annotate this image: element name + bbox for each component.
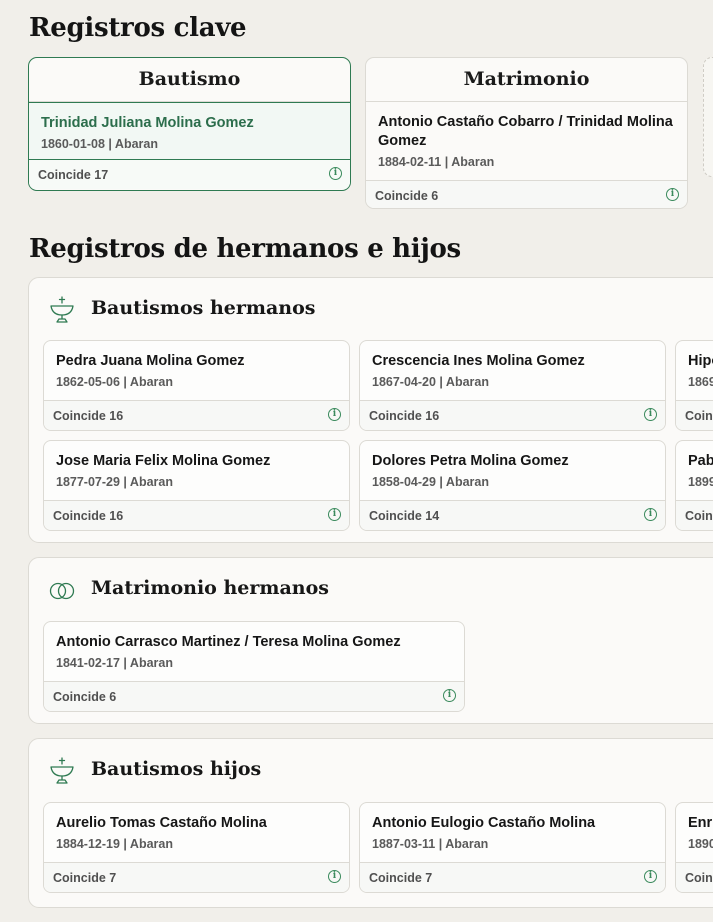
match-count: Coincide 6 xyxy=(53,690,117,704)
record-body[interactable]: Hipo 1869 xyxy=(676,341,713,399)
baptism-font-icon xyxy=(50,296,74,323)
record-footer: Coinc xyxy=(676,862,713,892)
info-icon[interactable]: i xyxy=(329,167,342,180)
record-meta: 1884-02-11 | Abaran xyxy=(378,155,495,169)
group-sibling-baptisms: Bautismos hermanos Pedra Juana Molina Go… xyxy=(28,277,713,543)
record-name: Jose Maria Felix Molina Gomez xyxy=(56,453,271,469)
record-footer: Coincide 7 i xyxy=(44,862,349,892)
record-card[interactable]: Crescencia Ines Molina Gomez 1867-04-20 … xyxy=(359,340,666,431)
info-icon[interactable]: i xyxy=(328,508,341,521)
record-body[interactable]: Antonio Carrasco Martinez / Teresa Molin… xyxy=(44,622,464,680)
info-icon[interactable]: i xyxy=(443,689,456,702)
match-count: Coincide 6 xyxy=(375,189,439,203)
group-children-baptisms: Bautismos hijos Aurelio Tomas Castaño Mo… xyxy=(28,738,713,908)
record-meta: 1858-04-29 | Abaran xyxy=(372,475,489,489)
record-body[interactable]: Antonio Eulogio Castaño Molina 1887-03-1… xyxy=(360,803,665,861)
info-icon[interactable]: i xyxy=(644,508,657,521)
record-footer: Coincide 16 i xyxy=(44,400,349,430)
record-meta: 1841-02-17 | Abaran xyxy=(56,656,173,670)
empty-key-card-placeholder xyxy=(703,57,713,177)
record-body[interactable]: Pab 1899 xyxy=(676,441,713,499)
match-count: Coinc xyxy=(685,409,713,423)
record-body[interactable]: Enri 1890 xyxy=(676,803,713,861)
record-meta: 1867-04-20 | Abaran xyxy=(372,375,489,389)
record-card[interactable]: Dolores Petra Molina Gomez 1858-04-29 | … xyxy=(359,440,666,531)
record-footer: Coincide 6 i xyxy=(44,681,464,711)
record-card[interactable]: Hipo 1869 Coinc xyxy=(675,340,713,431)
match-count: Coincide 16 xyxy=(53,509,124,523)
record-card[interactable]: Jose Maria Felix Molina Gomez 1877-07-29… xyxy=(43,440,350,531)
relatives-records-heading: Registros de hermanos e hijos xyxy=(29,234,461,264)
key-card-title: Matrimonio xyxy=(366,58,687,102)
match-count: Coinc xyxy=(685,871,713,885)
record-footer: Coinc xyxy=(676,500,713,530)
key-records-heading: Registros clave xyxy=(29,13,247,43)
record-footer: Coincide 16 i xyxy=(360,400,665,430)
record-body[interactable]: Antonio Castaño Cobarro / Trinidad Molin… xyxy=(366,102,687,180)
record-name: Antonio Castaño Cobarro / Trinidad Molin… xyxy=(378,114,673,149)
record-meta: 1884-12-19 | Abaran xyxy=(56,837,173,851)
group-title: Bautismos hijos xyxy=(91,758,262,780)
record-name: Aurelio Tomas Castaño Molina xyxy=(56,815,267,831)
record-meta: 1877-07-29 | Abaran xyxy=(56,475,173,489)
group-sibling-marriages: Matrimonio hermanos Antonio Carrasco Mar… xyxy=(28,557,713,724)
record-name: Antonio Carrasco Martinez / Teresa Molin… xyxy=(56,634,401,650)
record-meta: 1869 xyxy=(688,375,713,389)
info-icon[interactable]: i xyxy=(666,188,679,201)
match-count: Coincide 16 xyxy=(53,409,124,423)
record-footer: Coincide 16 i xyxy=(44,500,349,530)
record-card[interactable]: Pab 1899 Coinc xyxy=(675,440,713,531)
match-count: Coincide 14 xyxy=(369,509,440,523)
record-name: Antonio Eulogio Castaño Molina xyxy=(372,815,596,831)
record-name: Hipo xyxy=(688,353,713,369)
record-name: Dolores Petra Molina Gomez xyxy=(372,453,569,469)
record-name: Enri xyxy=(688,815,713,831)
record-footer: Coincide 17 i xyxy=(29,160,350,189)
record-name: Crescencia Ines Molina Gomez xyxy=(372,353,585,369)
group-title: Matrimonio hermanos xyxy=(91,577,329,599)
match-count: Coincide 17 xyxy=(38,168,109,182)
record-name: Trinidad Juliana Molina Gomez xyxy=(41,115,254,131)
info-icon[interactable]: i xyxy=(644,870,657,883)
record-meta: 1862-05-06 | Abaran xyxy=(56,375,173,389)
match-count: Coincide 7 xyxy=(369,871,433,885)
record-name: Pedra Juana Molina Gomez xyxy=(56,353,245,369)
key-card-baptism[interactable]: Bautismo Trinidad Juliana Molina Gomez 1… xyxy=(28,57,351,191)
record-meta: 1890 xyxy=(688,837,713,851)
record-name: Pab xyxy=(688,453,713,469)
record-card[interactable]: Aurelio Tomas Castaño Molina 1884-12-19 … xyxy=(43,802,350,893)
record-meta: 1887-03-11 | Abaran xyxy=(372,837,489,851)
baptism-font-icon xyxy=(50,757,74,784)
record-body[interactable]: Dolores Petra Molina Gomez 1858-04-29 | … xyxy=(360,441,665,499)
record-footer: Coincide 14 i xyxy=(360,500,665,530)
record-body[interactable]: Jose Maria Felix Molina Gomez 1877-07-29… xyxy=(44,441,349,499)
record-meta: 1899 xyxy=(688,475,713,489)
record-card[interactable]: Antonio Eulogio Castaño Molina 1887-03-1… xyxy=(359,802,666,893)
record-body[interactable]: Trinidad Juliana Molina Gomez 1860-01-08… xyxy=(29,102,350,160)
record-footer: Coincide 6 i xyxy=(366,180,687,208)
record-footer: Coincide 7 i xyxy=(360,862,665,892)
record-card[interactable]: Pedra Juana Molina Gomez 1862-05-06 | Ab… xyxy=(43,340,350,431)
record-body[interactable]: Aurelio Tomas Castaño Molina 1884-12-19 … xyxy=(44,803,349,861)
record-meta: 1860-01-08 | Abaran xyxy=(41,137,158,151)
info-icon[interactable]: i xyxy=(644,408,657,421)
key-card-marriage[interactable]: Matrimonio Antonio Castaño Cobarro / Tri… xyxy=(365,57,688,209)
info-icon[interactable]: i xyxy=(328,870,341,883)
wedding-rings-icon xyxy=(49,582,75,600)
key-card-title: Bautismo xyxy=(29,58,350,102)
record-card[interactable]: Antonio Carrasco Martinez / Teresa Molin… xyxy=(43,621,465,712)
record-body[interactable]: Pedra Juana Molina Gomez 1862-05-06 | Ab… xyxy=(44,341,349,399)
info-icon[interactable]: i xyxy=(328,408,341,421)
group-title: Bautismos hermanos xyxy=(91,297,316,319)
match-count: Coincide 16 xyxy=(369,409,440,423)
record-card[interactable]: Enri 1890 Coinc xyxy=(675,802,713,893)
match-count: Coinc xyxy=(685,509,713,523)
match-count: Coincide 7 xyxy=(53,871,117,885)
record-footer: Coinc xyxy=(676,400,713,430)
record-body[interactable]: Crescencia Ines Molina Gomez 1867-04-20 … xyxy=(360,341,665,399)
